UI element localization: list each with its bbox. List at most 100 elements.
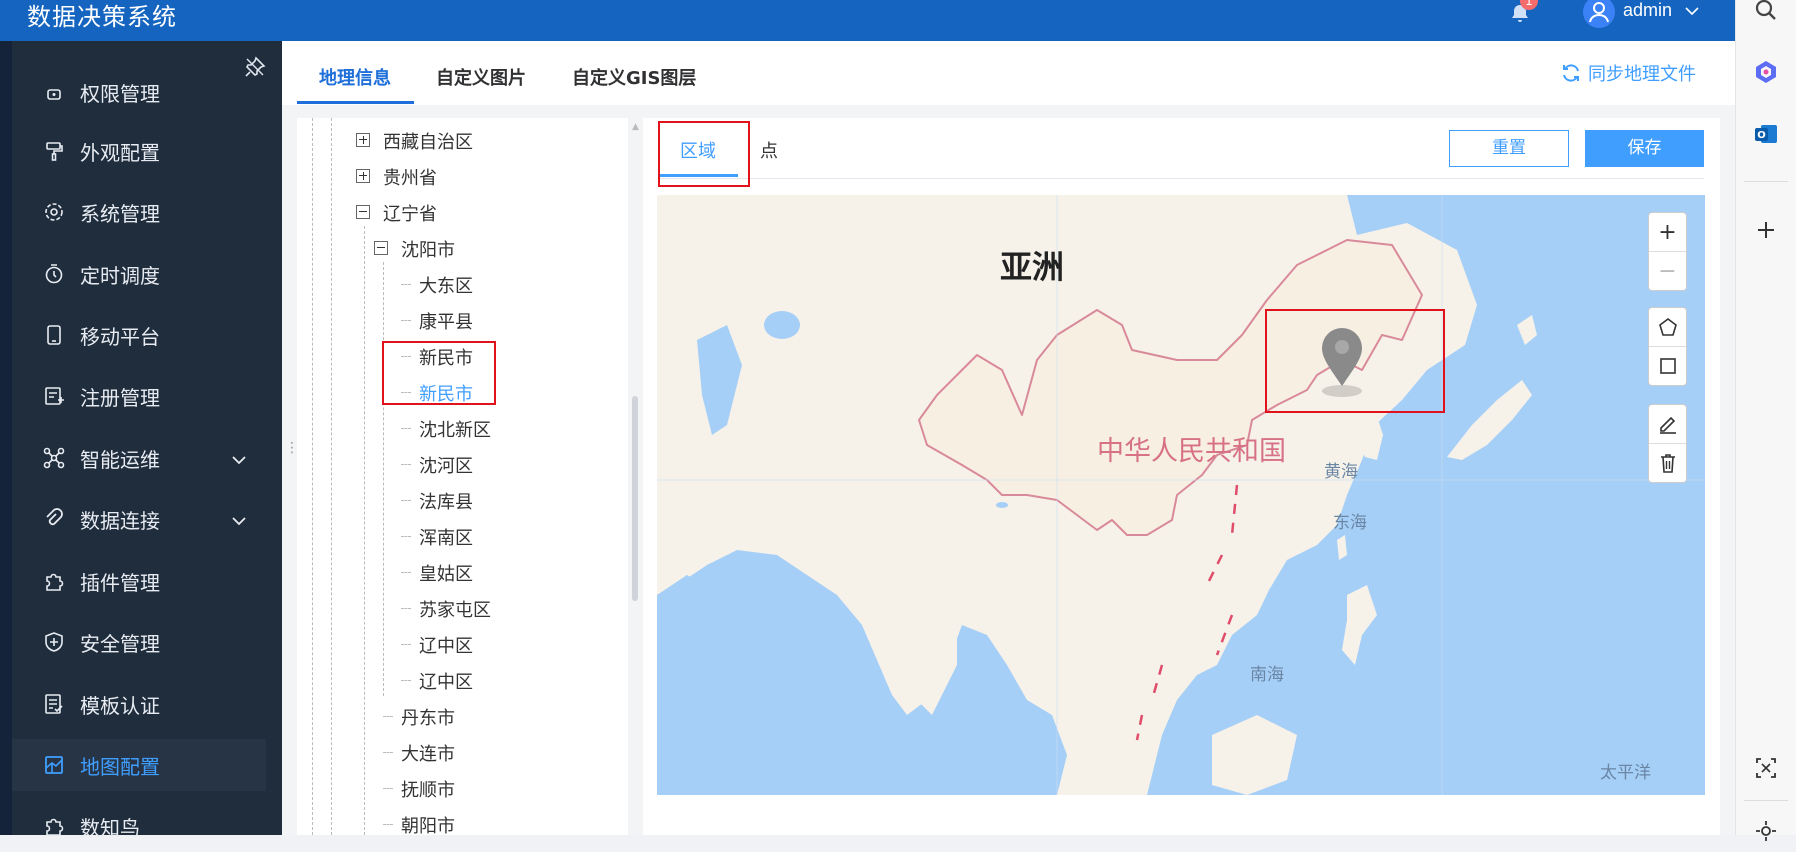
sidebar-item-label: 权限管理 (80, 81, 160, 106)
expand-icon[interactable] (356, 133, 370, 147)
draw-polygon-button[interactable] (1649, 308, 1686, 346)
paint-roller-icon (42, 139, 66, 163)
resize-handle[interactable]: ⋮ (285, 440, 299, 456)
active-tab-indicator (297, 101, 414, 104)
username[interactable]: admin (1623, 0, 1672, 21)
timer-icon (42, 262, 66, 286)
svg-text:O: O (1757, 130, 1766, 141)
sidebar-item-puzzle[interactable]: 插件管理 (12, 555, 266, 607)
delete-shape-button[interactable] (1649, 443, 1686, 482)
sidebar-item-document-check[interactable]: 模板认证 (12, 678, 266, 730)
sidebar-item-timer[interactable]: 定时调度 (12, 248, 266, 300)
tree-node[interactable]: 辽宁省 (383, 200, 437, 226)
sidebar-edge (0, 41, 12, 835)
tree-node[interactable]: 辽中区 (419, 632, 473, 658)
chevron-down-icon (230, 450, 248, 474)
collapse-icon[interactable] (356, 205, 370, 219)
tree-guide (364, 226, 365, 835)
tree-node[interactable]: 浑南区 (419, 524, 473, 550)
tree-node[interactable]: 沈河区 (419, 452, 473, 478)
sidebar-item-gear[interactable]: 系统管理 (12, 186, 266, 238)
refresh-icon (1560, 62, 1582, 84)
tree-node[interactable]: 丹东市 (401, 704, 455, 730)
tree-node[interactable]: 西藏自治区 (383, 128, 473, 154)
tree-node[interactable]: 大东区 (419, 272, 473, 298)
expand-icon[interactable] (356, 169, 370, 183)
sidebar-item-bird[interactable]: 数知鸟 (12, 800, 266, 852)
edit-shape-button[interactable] (1649, 405, 1686, 443)
scroll-up-icon[interactable]: ▲ (632, 122, 639, 132)
sidebar-item-label: 注册管理 (80, 385, 160, 410)
copilot-icon[interactable] (1750, 56, 1782, 88)
sidebar-item-register[interactable]: 注册管理 (12, 370, 266, 422)
tree-connector (383, 716, 393, 717)
subtab-point[interactable]: 点 (760, 137, 778, 163)
tab-custom-image[interactable]: 自定义图片 (436, 64, 526, 90)
tree-node[interactable]: 法库县 (419, 488, 473, 514)
outlook-icon[interactable]: O (1750, 118, 1782, 150)
rectangle-icon (1659, 358, 1676, 374)
tree-connector (401, 284, 411, 285)
sidebar-item-shield-plus[interactable]: 安全管理 (12, 616, 266, 668)
sidebar-item-network[interactable]: 智能运维 (12, 432, 266, 484)
draw-rectangle-button[interactable] (1649, 346, 1686, 385)
zoom-controls: + − (1648, 212, 1687, 291)
edit-controls (1648, 404, 1687, 483)
bird-icon (42, 814, 66, 838)
mobile-icon (42, 323, 66, 347)
sync-label: 同步地理文件 (1588, 64, 1696, 85)
add-icon[interactable] (1750, 214, 1782, 246)
link-icon (42, 507, 66, 531)
reset-button[interactable]: 重置 (1449, 130, 1569, 167)
map-canvas[interactable]: 亚洲 中华人民共和国 黄海 东海 南海 太平洋 (657, 195, 1705, 795)
tree-connector (401, 464, 411, 465)
top-header-bar (0, 0, 1735, 41)
tree-connector (383, 788, 393, 789)
sidebar-item-label: 智能运维 (80, 447, 160, 472)
sync-geo-file-button[interactable]: 同步地理文件 (1560, 60, 1696, 86)
sidebar-item-map[interactable]: 地图配置 (12, 739, 266, 791)
sidebar-item-label: 外观配置 (80, 140, 160, 165)
gear-icon (42, 200, 66, 224)
shield-plus-icon (42, 630, 66, 654)
tree-connector (401, 428, 411, 429)
trash-icon (1660, 454, 1675, 473)
sidebar-item-shield-lock[interactable]: 权限管理 (12, 66, 266, 118)
tab-geo-info[interactable]: 地理信息 (319, 64, 391, 90)
zoom-in-button[interactable]: + (1649, 213, 1686, 251)
sidebar-item-paint-roller[interactable]: 外观配置 (12, 125, 266, 177)
tree-node[interactable]: 皇姑区 (419, 560, 473, 586)
collapse-icon[interactable] (374, 241, 388, 255)
tab-custom-gis-layer[interactable]: 自定义GIS图层 (572, 64, 696, 90)
tree-node[interactable]: 朝阳市 (401, 812, 455, 838)
sidebar-item-label: 插件管理 (80, 570, 160, 595)
tree-node[interactable]: 苏家屯区 (419, 596, 491, 622)
polygon-icon (1658, 318, 1677, 336)
tree-node[interactable]: 贵州省 (383, 164, 437, 190)
settings-icon[interactable] (1750, 815, 1782, 847)
chevron-down-icon[interactable] (1683, 2, 1701, 24)
puzzle-icon (42, 569, 66, 593)
save-button[interactable]: 保存 (1585, 130, 1704, 167)
tree-node[interactable]: 沈北新区 (419, 416, 491, 442)
map-label-continent: 亚洲 (1000, 248, 1065, 286)
tree-node[interactable]: 抚顺市 (401, 776, 455, 802)
sidebar-item-link[interactable]: 数据连接 (12, 493, 266, 545)
tree-node[interactable]: 辽中区 (419, 668, 473, 694)
tree-node[interactable]: 沈阳市 (401, 236, 455, 262)
avatar[interactable] (1583, 0, 1615, 28)
map-icon (42, 753, 66, 777)
tree-node[interactable]: 大连市 (401, 740, 455, 766)
screenshot-icon[interactable] (1750, 752, 1782, 784)
sidebar-item-label: 数据连接 (80, 508, 160, 533)
tree-connector (401, 644, 411, 645)
search-icon[interactable] (1750, 0, 1782, 26)
tree-node[interactable]: 康平县 (419, 308, 473, 334)
chevron-down-icon (230, 511, 248, 535)
tree-scrollbar[interactable] (632, 396, 638, 601)
zoom-out-button[interactable]: − (1649, 251, 1686, 290)
browser-side-rail: O (1735, 0, 1796, 841)
sidebar-item-label: 模板认证 (80, 693, 160, 718)
app-title: 数据决策系统 (27, 3, 177, 31)
sidebar-item-mobile[interactable]: 移动平台 (12, 309, 266, 361)
